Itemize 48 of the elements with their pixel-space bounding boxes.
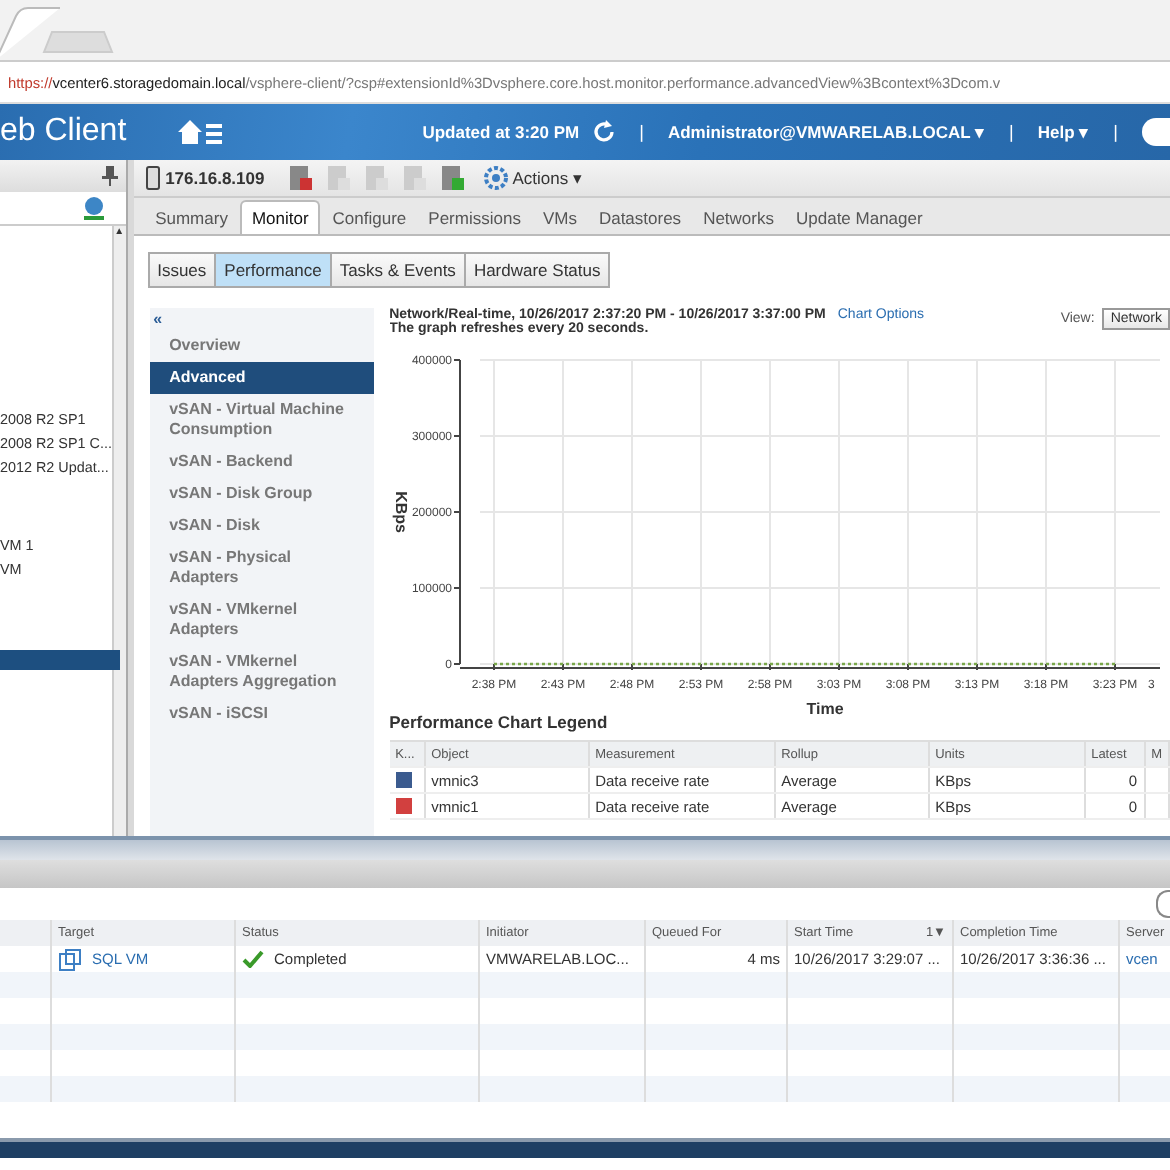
separator: | [639,122,644,142]
menu-item[interactable]: vSAN - Virtual Machine Consumption [149,394,374,446]
user-menu[interactable]: Administrator@VMWARELAB.LOCAL ▾ [667,122,986,142]
separator: | [1113,122,1118,142]
tab[interactable]: Datastores [588,202,692,234]
toolbar-icon[interactable] [286,164,315,192]
legend-title: Performance Chart Legend [389,712,610,732]
menu-item[interactable]: vSAN - Backend [149,446,374,478]
menu-item[interactable]: vSAN - Disk [149,510,374,542]
collapse-button[interactable]: « [149,308,374,330]
menu-item[interactable]: Overview [149,330,374,362]
gear-icon [484,166,509,190]
check-icon [242,950,264,968]
tab[interactable]: Update Manager [786,202,933,234]
sub-tab[interactable]: Hardware Status [463,252,611,288]
sub-tab[interactable]: Tasks & Events [329,252,466,288]
pin-icon[interactable] [101,166,118,186]
menu-item[interactable]: vSAN - iSCSI [149,698,374,730]
tab[interactable]: Networks [693,202,784,234]
separator: | [1009,122,1014,142]
search-field[interactable] [1142,118,1170,146]
home-menu-icon[interactable] [178,120,227,144]
x-axis-title: Time [805,700,843,718]
help-menu[interactable]: Help ▾ [1037,122,1090,142]
filter-field[interactable] [1156,890,1170,918]
menu-item[interactable]: vSAN - VMkernel Adapters Aggregation [149,646,374,698]
updated-time: Updated at 3:20 PM [422,122,580,142]
sub-tab[interactable]: Issues [147,252,217,288]
sub-tab[interactable]: Performance [214,252,332,288]
vm-icon [58,947,82,971]
menu-item[interactable]: Advanced [149,362,374,394]
menu-item[interactable]: vSAN - Disk Group [149,478,374,510]
host-icon [145,166,160,190]
actions-menu[interactable]: Actions ▾ [484,166,583,190]
menu-item[interactable]: vSAN - Physical Adapters [149,542,374,594]
toolbar-icon[interactable] [438,164,467,192]
tab[interactable]: Configure [322,202,417,234]
globe-icon[interactable] [81,196,106,220]
tab[interactable]: Permissions [418,202,531,234]
app-title: eb Client [0,114,127,150]
splitter[interactable] [0,836,1170,860]
refresh-icon[interactable] [591,120,616,144]
tab[interactable]: Monitor [239,200,321,234]
menu-item[interactable]: vSAN - VMkernel Adapters [149,594,374,646]
y-axis-title: KBps [391,491,410,533]
tab[interactable]: Summary [145,202,238,234]
host-name: 176.16.8.109 [145,166,265,190]
tab[interactable]: VMs [532,202,587,234]
